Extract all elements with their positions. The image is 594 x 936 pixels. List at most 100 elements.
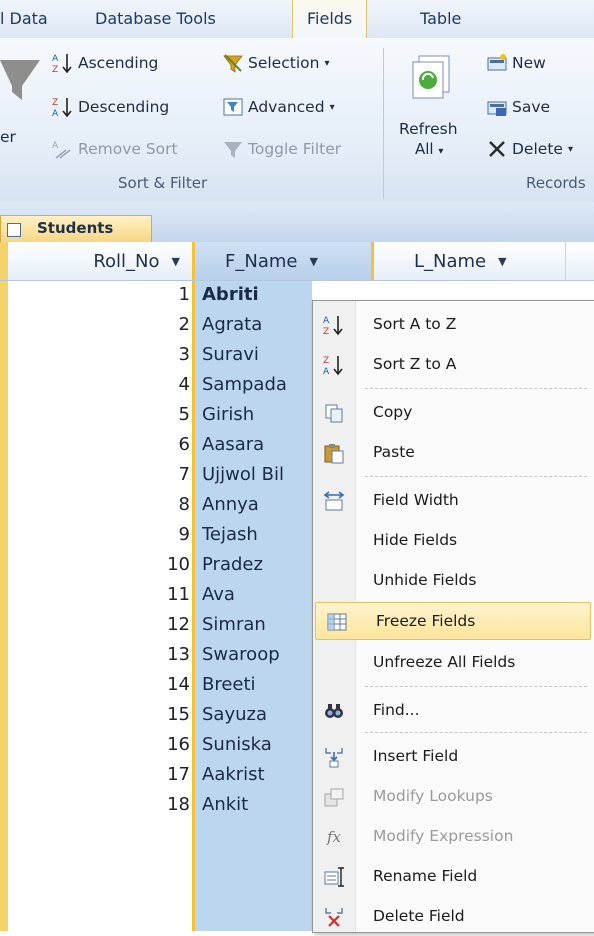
- sort-descending-icon: ZA: [52, 96, 74, 119]
- refresh-label: Refresh: [399, 120, 458, 138]
- menu-item-insert-field[interactable]: Insert Field: [313, 738, 594, 776]
- menu-item-freeze-fields[interactable]: Freeze Fields: [315, 602, 591, 640]
- svg-text:Z: Z: [52, 98, 58, 108]
- chevron-down-icon: ▾: [324, 57, 330, 69]
- roll-no-cell[interactable]: 3: [0, 344, 190, 365]
- menu-item-unfreeze-all-fields[interactable]: Unfreeze All Fields: [313, 644, 594, 682]
- f-name-cell[interactable]: Aakrist: [202, 764, 310, 785]
- roll-no-cell[interactable]: 10: [0, 554, 190, 575]
- menu-separator: [365, 732, 587, 733]
- f-name-cell[interactable]: Breeti: [202, 674, 310, 695]
- menu-item-copy[interactable]: Copy: [313, 394, 594, 432]
- dropdown-arrow-icon[interactable]: ▼: [309, 255, 317, 268]
- menu-item-modify-lookups[interactable]: Modify Lookups: [313, 778, 594, 816]
- column-header-l-name[interactable]: L_Name ▼: [374, 242, 566, 280]
- filter-icon[interactable]: [0, 52, 40, 102]
- roll-no-cell[interactable]: 17: [0, 764, 190, 785]
- delete-record-button[interactable]: Delete ▾: [486, 138, 573, 160]
- tab-students[interactable]: Students: [0, 215, 152, 243]
- roll-no-cell[interactable]: 13: [0, 644, 190, 665]
- roll-no-cell[interactable]: 14: [0, 674, 190, 695]
- descending-button[interactable]: ZA Descending: [52, 96, 170, 119]
- f-name-cell[interactable]: Sampada: [202, 374, 310, 395]
- roll-no-cell[interactable]: 15: [0, 704, 190, 725]
- menu-item-modify-expression[interactable]: fx Modify Expression: [313, 818, 594, 856]
- advanced-button[interactable]: Advanced ▾: [222, 96, 335, 118]
- menu-item-hide-fields[interactable]: Hide Fields: [313, 522, 594, 560]
- remove-sort-icon: A: [52, 138, 74, 160]
- roll-no-cell[interactable]: 1: [0, 284, 190, 305]
- new-record-button[interactable]: New: [486, 52, 546, 74]
- menu-item-label: Rename Field: [373, 867, 478, 885]
- f-name-cell[interactable]: Simran: [202, 614, 310, 635]
- ribbon-separator: [383, 48, 384, 198]
- f-name-cell[interactable]: Swaroop: [202, 644, 310, 665]
- menu-item-sort-a-to-z[interactable]: AZ Sort A to Z: [313, 306, 594, 344]
- f-name-cell[interactable]: Sayuza: [202, 704, 310, 725]
- menu-item-label: Paste: [373, 443, 415, 461]
- ascending-button[interactable]: AZ Ascending: [52, 52, 158, 75]
- tab-fields[interactable]: Fields: [292, 0, 368, 38]
- dropdown-arrow-icon[interactable]: ▼: [172, 255, 180, 268]
- copy-icon: [323, 402, 345, 424]
- menu-item-field-width[interactable]: Field Width: [313, 482, 594, 520]
- f-name-cell[interactable]: Tejash: [202, 524, 310, 545]
- save-label: Save: [512, 98, 551, 116]
- menu-item-label: Insert Field: [373, 747, 459, 765]
- f-name-cell[interactable]: Ava: [202, 584, 310, 605]
- svg-text:A: A: [323, 367, 330, 376]
- menu-item-find[interactable]: Find...: [313, 692, 594, 730]
- ribbon: er AZ Ascending ZA Descending A Remove S…: [0, 38, 594, 203]
- sort-az-icon: AZ: [323, 314, 345, 337]
- roll-no-cell[interactable]: 7: [0, 464, 190, 485]
- f-name-cell[interactable]: Agrata: [202, 314, 310, 335]
- roll-no-cell[interactable]: 11: [0, 584, 190, 605]
- menu-item-delete-field[interactable]: Delete Field: [313, 898, 594, 936]
- save-record-button[interactable]: Save: [486, 96, 550, 118]
- f-name-cell[interactable]: Annya: [202, 494, 310, 515]
- sort-ascending-icon: AZ: [52, 52, 74, 75]
- f-name-cell[interactable]: Aasara: [202, 434, 310, 455]
- selection-button[interactable]: Selection ▾: [222, 52, 329, 74]
- f-name-cell[interactable]: Ujjwol Bil: [202, 464, 310, 485]
- filter-button-label[interactable]: er: [0, 128, 16, 146]
- roll-no-cell[interactable]: 2: [0, 314, 190, 335]
- f-name-cell[interactable]: Ankit: [202, 794, 310, 815]
- roll-no-cell[interactable]: 16: [0, 734, 190, 755]
- roll-no-cell[interactable]: 9: [0, 524, 190, 545]
- column-header-roll-no[interactable]: Roll_No ▼: [0, 242, 195, 280]
- f-name-cell[interactable]: Abriti: [202, 284, 310, 305]
- tab-external-data[interactable]: l Data: [0, 9, 48, 28]
- tab-table[interactable]: Table: [420, 9, 461, 28]
- refresh-all-button[interactable]: Refresh All ▾: [395, 52, 477, 167]
- dropdown-arrow-icon[interactable]: ▼: [498, 255, 506, 268]
- menu-item-label: Hide Fields: [373, 531, 458, 549]
- f-name-cell[interactable]: Suravi: [202, 344, 310, 365]
- roll-no-cell[interactable]: 12: [0, 614, 190, 635]
- toggle-filter-icon: [222, 138, 244, 160]
- tab-database-tools[interactable]: Database Tools: [95, 9, 216, 28]
- roll-no-cell[interactable]: 5: [0, 404, 190, 425]
- roll-no-cell[interactable]: 6: [0, 434, 190, 455]
- find-icon: [323, 700, 345, 722]
- descending-label: Descending: [78, 98, 170, 116]
- remove-sort-button[interactable]: A Remove Sort: [52, 138, 178, 160]
- context-menu: AZ Sort A to Z ZA Sort Z to A Copy Paste…: [312, 300, 594, 933]
- field-width-icon: [323, 490, 345, 512]
- menu-item-paste[interactable]: Paste: [313, 434, 594, 472]
- menu-item-label: Copy: [373, 403, 413, 421]
- f-name-cell[interactable]: Pradez: [202, 554, 310, 575]
- f-name-cell[interactable]: Suniska: [202, 734, 310, 755]
- sort-za-icon: ZA: [323, 354, 345, 377]
- roll-no-cell[interactable]: 8: [0, 494, 190, 515]
- menu-item-unhide-fields[interactable]: Unhide Fields: [313, 562, 594, 600]
- column-header-f-name[interactable]: F_Name ▼: [192, 242, 374, 280]
- menu-item-rename-field[interactable]: Rename Field: [313, 858, 594, 896]
- f-name-cell[interactable]: Girish: [202, 404, 310, 425]
- roll-no-cell[interactable]: 4: [0, 374, 190, 395]
- toggle-filter-button[interactable]: Toggle Filter: [222, 138, 341, 160]
- menu-item-sort-z-to-a[interactable]: ZA Sort Z to A: [313, 346, 594, 384]
- svg-text:A: A: [52, 109, 59, 118]
- chevron-down-icon: ▾: [567, 143, 573, 155]
- roll-no-cell[interactable]: 18: [0, 794, 190, 815]
